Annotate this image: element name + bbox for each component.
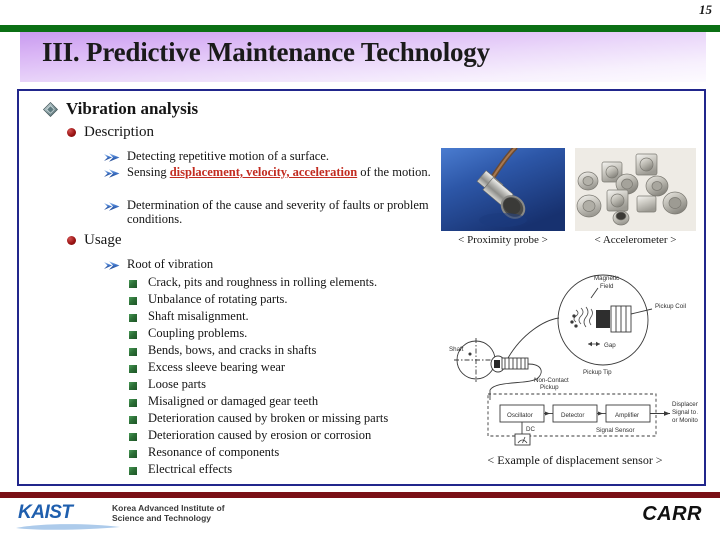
accelerometer-caption: < Accelerometer >: [594, 234, 677, 246]
diagram-label-output-1: Displacement: [672, 401, 698, 408]
square-bullet-icon: [129, 331, 137, 339]
kaist-wordmark-text: KAIST: [18, 502, 74, 523]
kaist-subtitle: Korea Advanced Institute of Science and …: [112, 503, 225, 523]
diagram-label-magnetic-field: Magnetic: [594, 275, 619, 282]
diagram-label-gap: Gap: [604, 342, 616, 349]
list-item-text: Coupling problems.: [148, 326, 248, 340]
diagram-label-oscillator: Oscillator: [507, 412, 533, 419]
list-item: Deterioration caused by broken or missin…: [129, 412, 388, 425]
round-bullet-icon: [67, 236, 76, 245]
list-item: Excess sleeve bearing wear: [129, 361, 285, 374]
arrow-bullet-icon: [104, 153, 120, 162]
square-bullet-icon: [129, 433, 137, 441]
square-bullet-icon: [129, 450, 137, 458]
proximity-probe-photo: [441, 148, 565, 231]
diamond-bullet-icon: [43, 101, 58, 117]
page-title: III. Predictive Maintenance Technology: [42, 37, 490, 67]
diagram-label-pickup: Pickup: [540, 384, 559, 391]
list-item-text: Unbalance of rotating parts.: [148, 292, 288, 306]
square-bullet-icon: [129, 280, 137, 288]
diagram-caption: < Example of displacement sensor >: [487, 453, 663, 467]
arrow-bullet-icon: [104, 202, 120, 211]
slide-title-band: III. Predictive Maintenance Technology: [20, 32, 706, 82]
bullet-vibration-analysis: Vibration analysis: [43, 99, 198, 119]
list-item-text: Misaligned or damaged gear teeth: [148, 394, 319, 408]
diagram-label-shaft: Shaft: [449, 346, 464, 353]
arrow-bullet-icon: [104, 169, 120, 178]
accelerometer-photo: [575, 148, 696, 231]
list-item-text: Resonance of components: [148, 445, 280, 459]
square-bullet-icon: [129, 382, 137, 390]
diagram-label-non-contact: Non-Contact: [534, 377, 569, 384]
list-item-text: Shaft misalignment.: [148, 309, 249, 323]
diagram-label-detector: Detector: [561, 412, 584, 419]
bullet-usage: Usage: [67, 232, 122, 249]
square-bullet-icon: [129, 348, 137, 356]
highlighted-term: displacement, velocity, acceleration: [169, 165, 358, 179]
square-bullet-icon: [129, 365, 137, 373]
list-item-text: Sensing displacement, velocity, accelera…: [127, 165, 431, 179]
diagram-label-output-3: or Monitor: [672, 417, 698, 424]
diagram-label-dc: DC: [526, 426, 535, 433]
list-item: Determination of the cause and severity …: [104, 198, 449, 226]
list-item-text: Deterioration caused by erosion or corro…: [148, 428, 372, 442]
header-green-rule: [0, 25, 720, 32]
square-bullet-icon: [129, 314, 137, 322]
kaist-swoosh-icon: [16, 524, 120, 530]
list-item-text: Determination of the cause and severity …: [127, 198, 429, 226]
list-item: Unbalance of rotating parts.: [129, 293, 288, 306]
diagram-label-output-2: Signal to Analyzer: [672, 409, 698, 416]
round-bullet-icon: [67, 128, 76, 137]
usage-subheading: Root of vibration: [104, 257, 213, 271]
usage-subheading-text: Root of vibration: [127, 257, 214, 271]
list-item: Crack, pits and roughness in rolling ele…: [129, 276, 377, 289]
list-item-text-pre: Sensing: [127, 165, 170, 179]
arrow-bullet-icon: [104, 261, 120, 270]
list-item-text: Crack, pits and roughness in rolling ele…: [148, 275, 378, 289]
square-bullet-icon: [129, 399, 137, 407]
square-bullet-icon: [129, 297, 137, 305]
footer-rule: [0, 492, 720, 498]
usage-label: Usage: [84, 232, 122, 248]
proximity-probe-caption: < Proximity probe >: [458, 234, 548, 246]
list-item-text: Electrical effects: [148, 462, 233, 476]
diagram-label-pickup-tip: Pickup Tip: [583, 369, 612, 376]
square-bullet-icon: [129, 467, 137, 475]
list-item: Loose parts: [129, 378, 206, 391]
list-item: Bends, bows, and cracks in shafts: [129, 344, 316, 357]
heading-label: Vibration analysis: [66, 99, 199, 118]
diagram-label-pickup-coil: Pickup Coil: [655, 303, 686, 310]
list-item-text: Deterioration caused by broken or missin…: [148, 411, 389, 425]
displacement-sensor-diagram: Magnetic Field Pickup Coil Gap Pickup Ti…: [448, 268, 720, 456]
description-label: Description: [84, 124, 154, 140]
list-item: Shaft misalignment.: [129, 310, 249, 323]
list-item-text-post: of the motion.: [357, 165, 431, 179]
square-bullet-icon: [129, 416, 137, 424]
list-item-text: Bends, bows, and cracks in shafts: [148, 343, 317, 357]
list-item: Deterioration caused by erosion or corro…: [129, 429, 371, 442]
list-item: Resonance of components: [129, 446, 279, 459]
list-item: Electrical effects: [129, 463, 232, 476]
carr-logo: CARR: [642, 503, 702, 525]
kaist-logo: KAIST: [18, 502, 75, 523]
page-number: 15: [699, 2, 712, 17]
diagram-label-magnetic-field-2: Field: [600, 283, 614, 290]
bullet-description: Description: [67, 124, 154, 141]
list-item: Coupling problems.: [129, 327, 247, 340]
list-item-text: Loose parts: [148, 377, 206, 391]
list-item-text: Excess sleeve bearing wear: [148, 360, 286, 374]
diagram-label-amplifier: Amplifier: [615, 412, 639, 419]
list-item: Sensing displacement, velocity, accelera…: [104, 165, 444, 179]
list-item: Detecting repetitive motion of a surface…: [104, 149, 434, 163]
list-item-text: Detecting repetitive motion of a surface…: [127, 149, 330, 163]
list-item: Misaligned or damaged gear teeth: [129, 395, 318, 408]
diagram-label-signal-sensor: Signal Sensor: [596, 427, 635, 434]
